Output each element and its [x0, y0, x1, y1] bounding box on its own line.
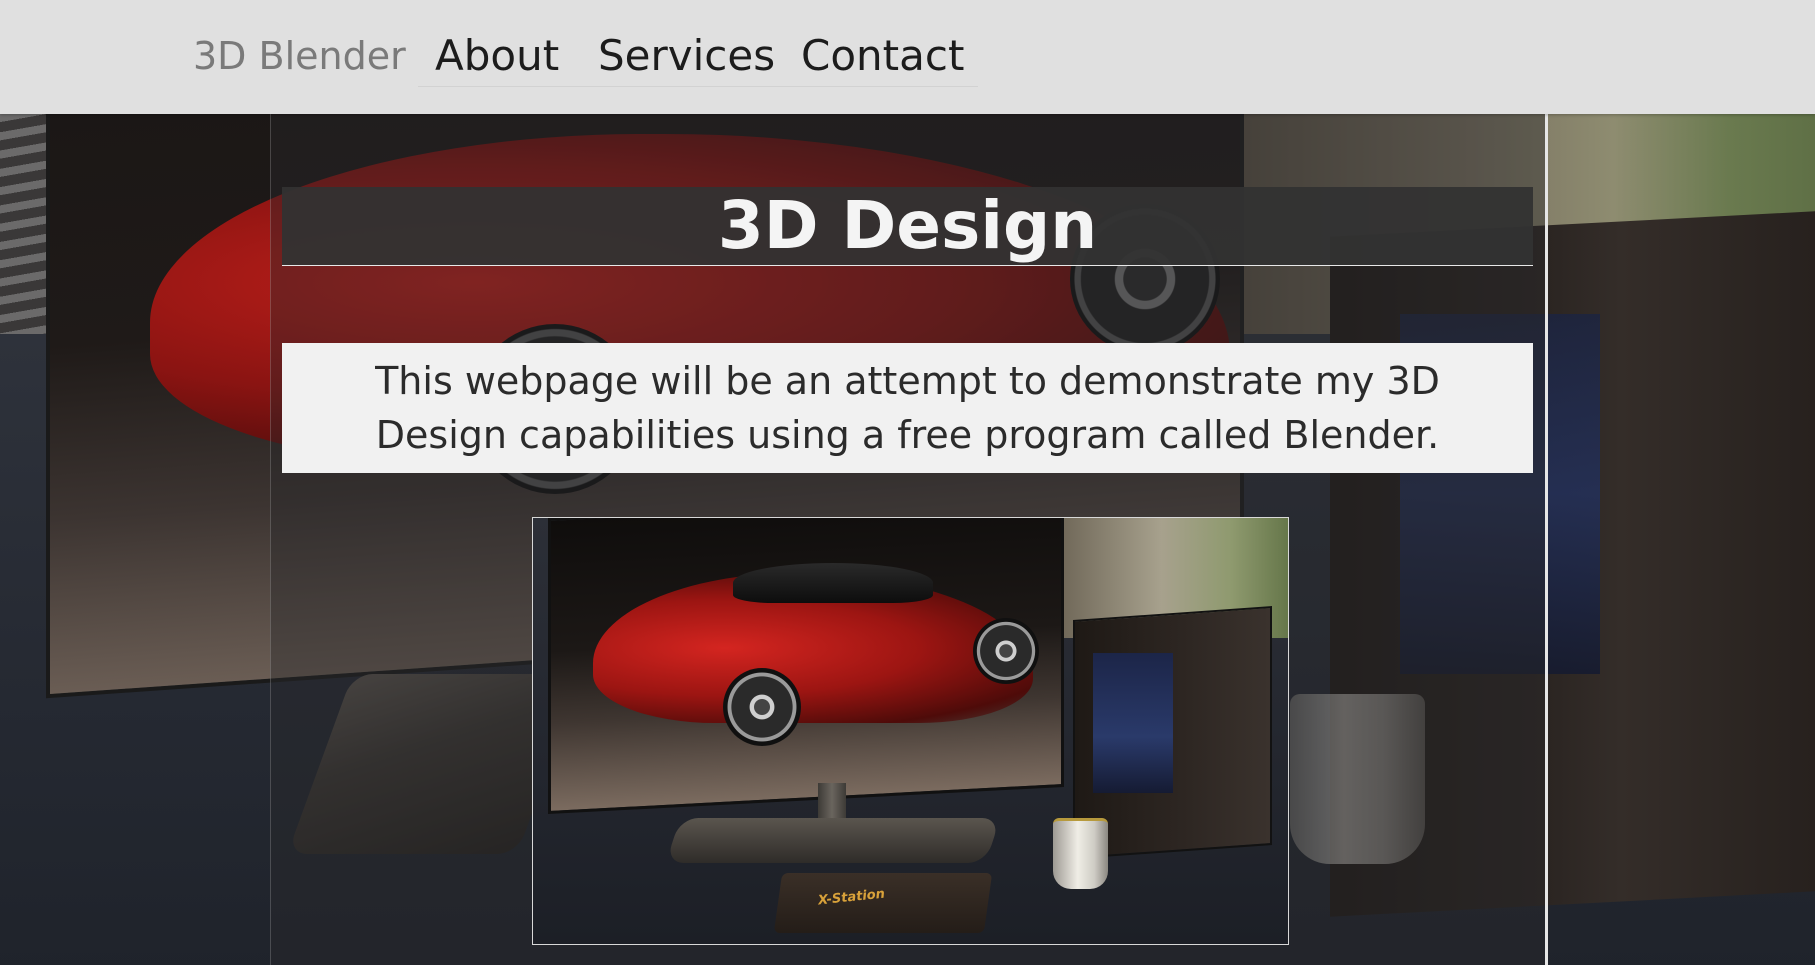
- nav-link-about[interactable]: About: [435, 32, 559, 80]
- intro-text: This webpage will be an attempt to demon…: [375, 359, 1440, 457]
- nav-link-contact[interactable]: Contact: [801, 32, 964, 80]
- content-container: 3D Design This webpage will be an attemp…: [270, 114, 1548, 965]
- nav-link-services[interactable]: Services: [598, 32, 775, 80]
- intro-panel: This webpage will be an attempt to demon…: [282, 343, 1533, 473]
- render-car-windshield: [733, 563, 933, 603]
- render-monitor-stand: [665, 818, 1001, 863]
- render-console: [773, 873, 993, 933]
- render-car-wheel: [973, 618, 1039, 684]
- navbar: 3D Blender About Services Contact: [0, 0, 1815, 114]
- brand-link[interactable]: 3D Blender: [193, 32, 406, 80]
- nav-links: About Services Contact: [418, 28, 978, 87]
- featured-render-image: X-Station: [532, 517, 1289, 945]
- page-title: 3D Design: [717, 187, 1098, 264]
- render-car-wheel: [723, 668, 801, 746]
- render-motherboard: [1093, 653, 1173, 793]
- render-mug: [1053, 818, 1108, 889]
- title-banner: 3D Design: [282, 187, 1533, 266]
